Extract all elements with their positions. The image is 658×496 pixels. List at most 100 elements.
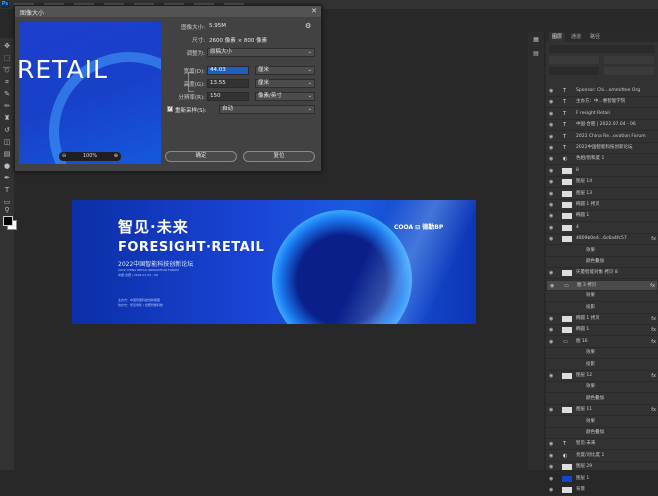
width-unit-select[interactable]: 厘米 ⌄ — [255, 66, 315, 75]
opacity-field[interactable] — [604, 56, 654, 64]
layer-row[interactable]: ◉ T 中国·合肥 | 2022.07.04 - 06 — [546, 120, 658, 132]
layer-fx-badge[interactable]: fx — [651, 314, 656, 324]
layer-row[interactable]: ◉ 矢量智能对象 拷贝 8 — [546, 268, 658, 280]
visibility-eye-icon[interactable]: ◉ — [549, 268, 553, 278]
foreground-color-swatch[interactable] — [3, 216, 13, 226]
gear-icon[interactable]: ⚙ — [305, 22, 311, 30]
visibility-eye-icon[interactable]: ◉ — [549, 189, 553, 199]
layer-effect-row[interactable]: 效果 — [546, 291, 658, 303]
layer-fx-badge[interactable]: fx — [651, 234, 656, 244]
layer-row[interactable]: ◉ 椭圆 1 拷贝 — [546, 200, 658, 211]
layer-row[interactable]: ◉ 8 — [546, 166, 658, 177]
visibility-eye-icon[interactable]: ◉ — [549, 154, 553, 164]
layer-effect-row[interactable]: 颜色叠加 — [546, 394, 658, 405]
marquee-tool-icon[interactable]: ⬚ — [2, 54, 12, 63]
eyedropper-tool-icon[interactable]: ✎ — [2, 90, 12, 99]
tab-channels[interactable]: 通道 — [568, 32, 584, 42]
layer-fx-badge[interactable]: fx — [651, 325, 656, 335]
layer-row[interactable]: ◉ 图层 11 fx — [546, 405, 658, 417]
layer-row[interactable]: ◉ T 2022中国智能科技创新论坛 — [546, 143, 658, 154]
zoom-tool-icon[interactable]: ⚲ — [2, 206, 12, 215]
layer-fx-badge[interactable]: fx — [651, 405, 656, 415]
zoom-out-icon[interactable]: ⊖ — [62, 152, 66, 161]
layer-row[interactable]: ◉ T F resight Retail — [546, 109, 658, 120]
layer-row[interactable]: ◉ 4 — [546, 223, 658, 234]
history-brush-icon[interactable]: ↺ — [2, 126, 12, 135]
ok-button[interactable]: 确定 — [165, 151, 237, 162]
tab-paths[interactable]: 路径 — [587, 32, 603, 42]
tab-layers[interactable]: 图层 — [549, 32, 566, 42]
layer-row[interactable]: ◉ 图层 12 fx — [546, 371, 658, 382]
panel-icon[interactable]: ▤ — [531, 50, 541, 58]
visibility-eye-icon[interactable]: ◉ — [549, 234, 553, 244]
visibility-eye-icon[interactable]: ◉ — [549, 314, 553, 324]
visibility-eye-icon[interactable]: ◉ — [549, 462, 553, 472]
height-unit-select[interactable]: 厘米 ⌄ — [255, 79, 315, 88]
layer-filter-bar[interactable] — [549, 45, 655, 53]
layer-row[interactable]: ◉ 图层 14 — [546, 177, 658, 189]
visibility-eye-icon[interactable]: ◉ — [549, 474, 553, 484]
layer-fx-badge[interactable]: fx — [650, 281, 655, 291]
zoom-in-icon[interactable]: ⊕ — [114, 152, 118, 161]
dodge-tool-icon[interactable]: ● — [2, 162, 12, 171]
visibility-eye-icon[interactable]: ◉ — [549, 485, 553, 495]
move-tool-icon[interactable]: ✥ — [2, 42, 12, 51]
dialog-titlebar[interactable]: 图像大小 ✕ — [15, 6, 321, 17]
fit-to-select[interactable]: 原稿大小 ⌄ — [207, 48, 315, 57]
image-preview[interactable]: RETAIL ⊖ 100% ⊕ — [19, 22, 161, 164]
visibility-eye-icon[interactable]: ◉ — [549, 132, 553, 142]
layer-effect-row[interactable]: 投影 — [546, 303, 658, 314]
visibility-eye-icon[interactable]: ◉ — [549, 451, 553, 461]
visibility-eye-icon[interactable]: ◉ — [549, 143, 553, 153]
layer-effect-row[interactable]: 效果 — [546, 417, 658, 428]
visibility-eye-icon[interactable]: ◉ — [549, 223, 553, 233]
type-tool-icon[interactable]: T — [2, 186, 12, 195]
close-icon[interactable]: ✕ — [311, 7, 317, 15]
gradient-tool-icon[interactable]: ▤ — [2, 150, 12, 159]
crop-tool-icon[interactable]: ⌗ — [2, 78, 12, 87]
layer-row[interactable]: ◉ T 智见·未来 — [546, 439, 658, 451]
visibility-eye-icon[interactable]: ◉ — [549, 200, 553, 210]
height-input[interactable]: 13.55 — [207, 79, 249, 88]
layer-row[interactable]: ◉ ▭ 图 16 fx — [546, 337, 658, 348]
visibility-eye-icon[interactable]: ◉ — [549, 439, 553, 449]
visibility-eye-icon[interactable]: ◉ — [549, 120, 553, 130]
resample-checkbox[interactable]: ✓ — [167, 106, 173, 112]
visibility-eye-icon[interactable]: ◉ — [549, 371, 553, 381]
layer-row[interactable]: ◉ T 主办方：中...惠智能学院 — [546, 97, 658, 109]
layer-effect-row[interactable]: 效果 — [546, 246, 658, 257]
layer-fx-badge[interactable]: fx — [651, 371, 656, 381]
visibility-eye-icon[interactable]: ◉ — [549, 97, 553, 107]
visibility-eye-icon[interactable]: ◉ — [549, 405, 553, 415]
fill-field[interactable] — [604, 67, 654, 75]
layer-row[interactable]: ◉ ▭ 图 3 拷贝 fx — [546, 279, 658, 291]
document-canvas[interactable]: 智见·未来 FORESIGHT·RETAIL 2022中国智能科技创新论坛 20… — [72, 200, 476, 324]
reset-button[interactable]: 复位 — [243, 151, 315, 162]
resolution-unit-select[interactable]: 像素/英寸 ⌄ — [255, 92, 315, 101]
eraser-tool-icon[interactable]: ◫ — [2, 138, 12, 147]
layer-row[interactable]: ◉ 椭圆 1 拷贝 fx — [546, 314, 658, 325]
layer-row[interactable]: ◉ 椭圆 1 fx — [546, 325, 658, 337]
layer-row[interactable]: ◉ 4809b0e4...6c6a4fc57 fx — [546, 234, 658, 246]
resolution-input[interactable]: 150 — [207, 92, 249, 101]
layer-row[interactable]: ◉ ◐ 色相/饱和度 1 — [546, 154, 658, 166]
visibility-eye-icon[interactable]: ◉ — [549, 86, 553, 96]
visibility-eye-icon[interactable]: ◉ — [549, 325, 553, 335]
layer-effect-row[interactable]: 效果 — [546, 382, 658, 394]
visibility-eye-icon[interactable]: ◉ — [549, 166, 553, 176]
resample-select[interactable]: 自动 ⌄ — [219, 105, 315, 114]
layer-fx-badge[interactable]: fx — [651, 337, 656, 347]
stamp-tool-icon[interactable]: ♜ — [2, 114, 12, 123]
panel-icon[interactable]: ▦ — [531, 36, 541, 44]
layer-row[interactable]: ◉ 图层 13 — [546, 189, 658, 200]
layer-row[interactable]: ◉ 椭圆 1 — [546, 211, 658, 223]
layer-effect-row[interactable]: 颜色叠加 — [546, 257, 658, 268]
layer-effect-row[interactable]: 颜色叠加 — [546, 428, 658, 439]
width-input[interactable]: 44.03 — [207, 66, 249, 75]
layer-effect-row[interactable]: 投影 — [546, 360, 658, 371]
layer-row[interactable]: ◉ 图层 1 — [546, 474, 658, 485]
layer-row[interactable]: ◉ T 2022 China Re...ovation Forum — [546, 132, 658, 143]
layer-effect-row[interactable]: 效果 — [546, 348, 658, 360]
visibility-eye-icon[interactable]: ◉ — [549, 177, 553, 187]
layer-row[interactable]: ◉ T Sponsor: Chi...ommittee Org — [546, 86, 658, 97]
